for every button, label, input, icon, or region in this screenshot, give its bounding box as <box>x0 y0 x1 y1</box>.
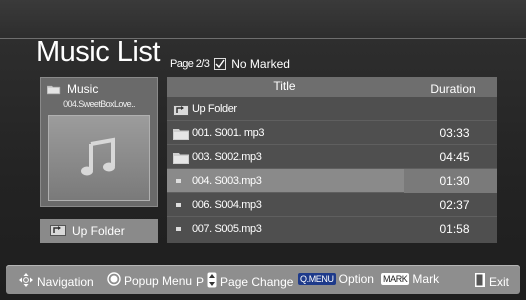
list-item-duration: 02:37 <box>439 198 470 212</box>
file-list: Up Folder 001. S001. mp3 03:33 003. S002… <box>167 97 497 243</box>
mark-key-icon: MARK <box>381 273 410 285</box>
file-icon <box>176 227 181 231</box>
up-folder-label: Up Folder <box>72 224 125 238</box>
page-indicator: Page 2/3 <box>170 58 210 70</box>
exit-label: Exit <box>489 274 510 289</box>
marked-status: No Marked <box>231 57 290 71</box>
list-item-label: 001. S001. mp3 <box>192 127 265 139</box>
popup-menu-label: Popup Menu <box>124 273 193 288</box>
file-icon <box>176 179 181 183</box>
circle-button-icon <box>107 272 121 289</box>
list-item[interactable]: 007. S005.mp3 01:58 <box>167 217 497 241</box>
footer-popup-menu: Popup Menu <box>107 272 192 289</box>
music-list-screen: Music List Page 2/3 No Marked Music 004.… <box>0 0 526 300</box>
list-item[interactable]: 006. S004.mp3 02:37 <box>167 193 497 217</box>
list-item-label: 004. S003.mp3 <box>192 175 262 187</box>
column-duration: Duration <box>430 82 476 96</box>
file-icon <box>176 203 181 207</box>
list-item-label: 003. S002.mp3 <box>192 151 262 163</box>
exit-door-icon <box>474 272 486 291</box>
page-change-label: Page Change <box>220 274 294 289</box>
up-folder-icon <box>50 224 66 239</box>
qmenu-key-icon: Q.MENU <box>298 273 336 285</box>
navigation-arrows-icon <box>18 272 34 291</box>
footer-bar: Navigation Popup Menu P Page Change Q.ME… <box>6 265 520 294</box>
footer-option: Q.MENU Option <box>298 272 374 286</box>
list-item-duration: 01:58 <box>439 222 470 236</box>
now-playing-panel: Music 004.SweetBoxLove.. <box>40 77 158 207</box>
category-label: Music <box>67 82 99 96</box>
up-folder-button[interactable]: Up Folder <box>40 219 158 243</box>
option-label: Option <box>338 272 374 286</box>
footer-exit: Exit <box>474 272 509 291</box>
mark-label: Mark <box>412 272 440 286</box>
list-item-selected[interactable]: 004. S003.mp3 01:30 <box>167 169 497 193</box>
column-title: Title <box>273 79 296 93</box>
list-item-label: 007. S005.mp3 <box>192 223 262 235</box>
footer-navigation: Navigation <box>18 272 94 291</box>
album-art <box>48 115 150 201</box>
page-updown-icon <box>207 272 217 291</box>
navigation-label: Navigation <box>37 274 94 289</box>
folder-icon <box>173 127 189 145</box>
page-info: Page 2/3 No Marked <box>170 57 290 71</box>
list-header: Title Duration <box>167 77 497 97</box>
list-item[interactable]: 003. S002.mp3 04:45 <box>167 145 497 169</box>
category-header: Music <box>46 82 99 96</box>
music-note-icon <box>81 137 115 176</box>
page-key-label: P <box>196 274 205 289</box>
current-song-label: 004.SweetBoxLove.. <box>63 99 135 109</box>
list-item-duration: 03:33 <box>439 126 470 140</box>
music-folder-icon <box>46 84 61 95</box>
list-item-label: Up Folder <box>192 103 237 115</box>
list-item-duration: 01:30 <box>439 174 470 188</box>
list-item-up-folder[interactable]: Up Folder <box>167 97 497 121</box>
footer-page-change: P Page Change <box>196 272 293 291</box>
list-item-label: 006. S004.mp3 <box>192 199 262 211</box>
list-item[interactable]: 001. S001. mp3 03:33 <box>167 121 497 145</box>
checkbox-icon <box>214 58 227 70</box>
footer-mark: MARK Mark <box>381 272 439 286</box>
page-title: Music List <box>36 36 160 68</box>
folder-icon <box>173 151 189 169</box>
list-item-duration: 04:45 <box>439 150 470 164</box>
up-folder-icon <box>173 103 189 121</box>
